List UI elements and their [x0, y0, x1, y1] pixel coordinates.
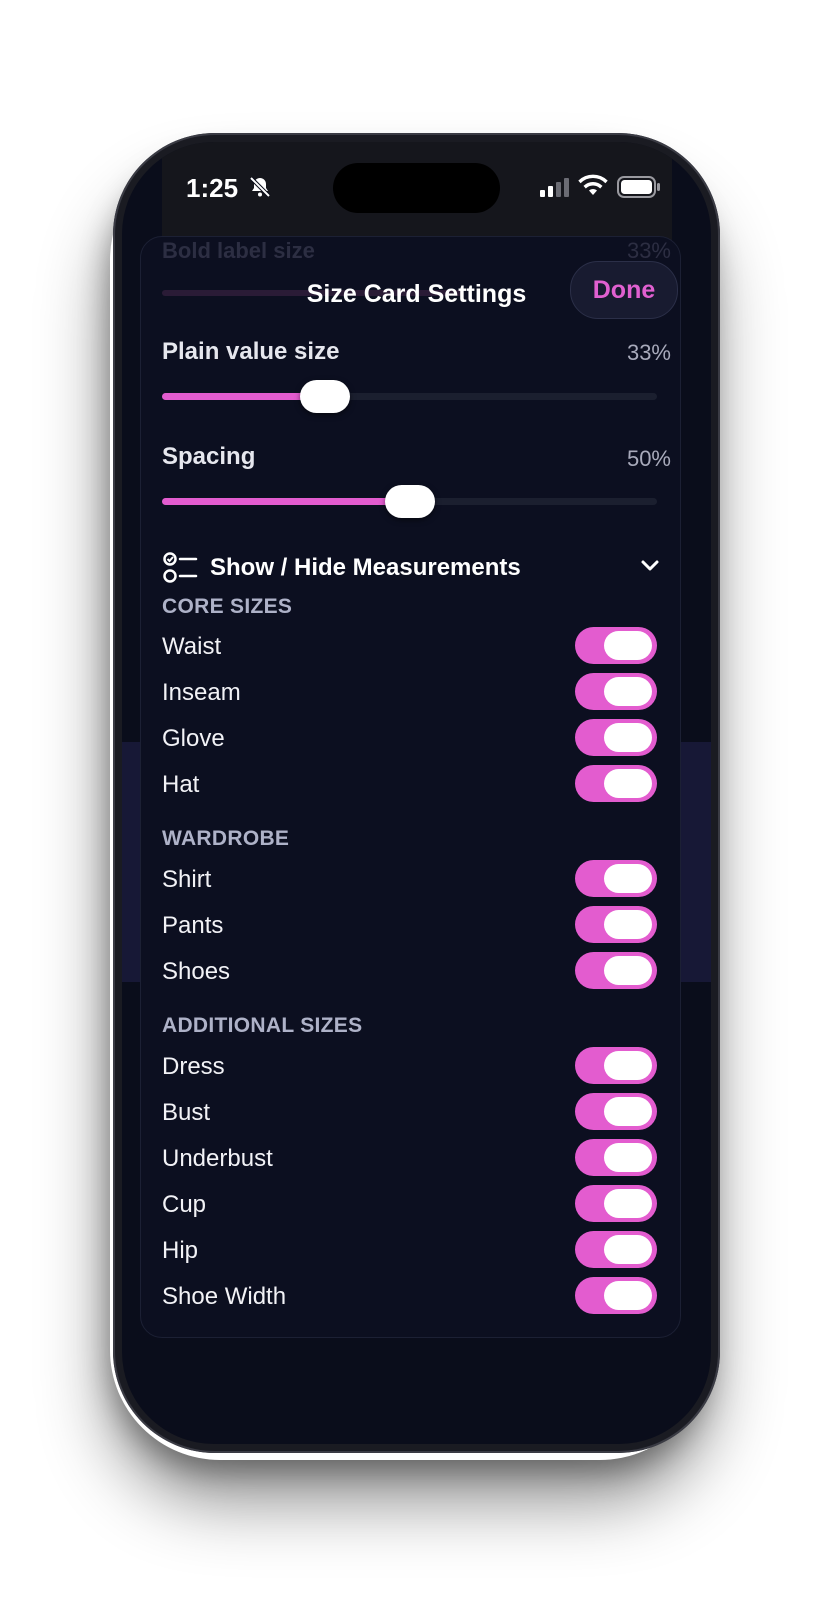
- toggle-switch[interactable]: [575, 1277, 657, 1314]
- toggle-knob: [604, 677, 652, 706]
- toggle-knob: [604, 631, 652, 660]
- toggle-switch[interactable]: [575, 1231, 657, 1268]
- toggle-knob: [604, 1097, 652, 1126]
- toggle-label: Waist: [162, 633, 222, 660]
- toggle-row-dress: Dress: [162, 1047, 657, 1087]
- toggle-label: Dress: [162, 1053, 225, 1080]
- toggle-row-underbust: Underbust: [162, 1139, 657, 1179]
- toggle-knob: [604, 723, 652, 752]
- toggle-knob: [604, 1189, 652, 1218]
- slider-thumb[interactable]: [300, 380, 351, 413]
- ghost-bold-label-size: Bold label size: [162, 238, 315, 263]
- toggle-switch[interactable]: [575, 765, 657, 802]
- toggle-knob: [604, 1051, 652, 1080]
- toggle-row-hat: Hat: [162, 765, 657, 805]
- dynamic-island: [333, 163, 500, 213]
- toggle-row-shoe-width: Shoe Width: [162, 1277, 657, 1317]
- toggle-label: Cup: [162, 1191, 207, 1218]
- toggle-knob: [604, 910, 652, 939]
- plain-value-size-percent: 33%: [626, 340, 671, 365]
- toggle-label: Shoe Width: [162, 1283, 287, 1310]
- group-title: ADDITIONAL SIZES: [162, 1014, 363, 1037]
- toggle-row-bust: Bust: [162, 1093, 657, 1133]
- toggle-switch[interactable]: [575, 719, 657, 756]
- toggle-label: Hip: [162, 1237, 199, 1264]
- toggle-row-cup: Cup: [162, 1185, 657, 1225]
- toggle-switch[interactable]: [575, 1093, 657, 1130]
- plain-value-size-label: Plain value size: [162, 338, 340, 365]
- toggle-label: Inseam: [162, 679, 241, 706]
- toggle-switch[interactable]: [575, 1185, 657, 1222]
- toggle-switch[interactable]: [575, 860, 657, 897]
- toggle-knob: [604, 1143, 652, 1172]
- toggle-label: Bust: [162, 1099, 211, 1126]
- slider-thumb[interactable]: [384, 485, 435, 518]
- toggle-knob: [604, 956, 652, 985]
- toggle-switch[interactable]: [575, 1047, 657, 1084]
- toggle-label: Pants: [162, 912, 224, 939]
- chevron-down-icon[interactable]: [640, 558, 660, 574]
- toggle-switch[interactable]: [575, 1139, 657, 1176]
- toggle-row-shoes: Shoes: [162, 952, 657, 992]
- toggle-knob: [604, 864, 652, 893]
- toggle-switch[interactable]: [575, 627, 657, 664]
- toggle-label: Underbust: [162, 1145, 273, 1172]
- checklist-icon: [163, 552, 198, 583]
- toggle-row-waist: Waist: [162, 627, 657, 667]
- phone-frame: 1:25 Bold label size 33% Size Card Setti…: [113, 133, 720, 1453]
- toggle-switch[interactable]: [575, 952, 657, 989]
- toggle-row-glove: Glove: [162, 719, 657, 759]
- toggle-switch[interactable]: [575, 673, 657, 710]
- bell-slash-icon: [249, 176, 271, 198]
- plain-value-size-slider[interactable]: [162, 380, 657, 413]
- spacing-percent: 50%: [626, 446, 671, 471]
- toggle-knob: [604, 1235, 652, 1264]
- group-title: CORE SIZES: [162, 595, 293, 618]
- section-label: Show / Hide Measurements: [210, 554, 521, 581]
- toggle-row-pants: Pants: [162, 906, 657, 946]
- show-hide-measurements-header[interactable]: Show / Hide Measurements: [162, 548, 660, 588]
- battery-icon: [617, 176, 660, 198]
- toggle-row-inseam: Inseam: [162, 673, 657, 713]
- spacing-slider[interactable]: [162, 485, 657, 518]
- spacing-label: Spacing: [162, 443, 256, 470]
- toggle-knob: [604, 769, 652, 798]
- toggle-label: Shoes: [162, 958, 231, 985]
- status-time: 1:25: [186, 173, 239, 203]
- toggle-label: Glove: [162, 725, 225, 752]
- group-title: WARDROBE: [162, 827, 290, 850]
- toggle-label: Shirt: [162, 866, 212, 893]
- toggle-switch[interactable]: [575, 906, 657, 943]
- toggle-label: Hat: [162, 771, 200, 798]
- screen: 1:25 Bold label size 33% Size Card Setti…: [122, 142, 711, 1444]
- toggle-row-hip: Hip: [162, 1231, 657, 1271]
- toggle-knob: [604, 1281, 652, 1310]
- done-button[interactable]: Done: [570, 261, 678, 319]
- slider-fill: [162, 498, 410, 505]
- cellular-signal-icon: [540, 178, 569, 197]
- toggle-row-shirt: Shirt: [162, 860, 657, 900]
- wifi-icon: [578, 174, 608, 195]
